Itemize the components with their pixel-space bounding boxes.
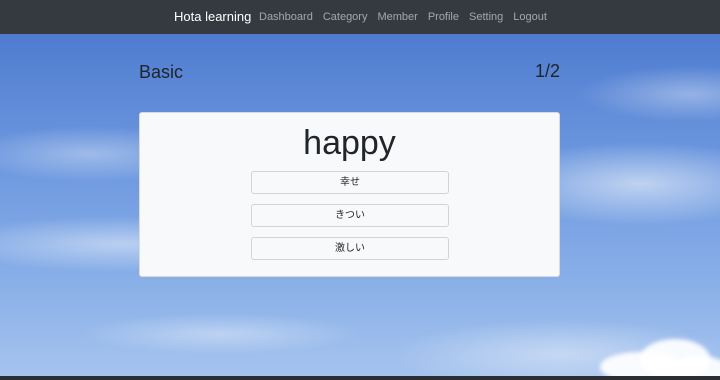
quiz-word: happy <box>303 124 396 162</box>
top-navbar: Hota learning Dashboard Category Member … <box>0 0 720 34</box>
answer-button-3[interactable]: 激しい <box>251 237 449 260</box>
brand-link[interactable]: Hota learning <box>174 9 251 25</box>
nav-links: Dashboard Category Member Profile Settin… <box>259 10 547 24</box>
lesson-title: Basic <box>139 62 184 82</box>
nav-link-member[interactable]: Member <box>377 10 417 24</box>
answer-button-2[interactable]: きつい <box>251 204 449 227</box>
nav-link-dashboard[interactable]: Dashboard <box>259 10 313 24</box>
question-progress: 1/2 <box>534 61 560 81</box>
nav-link-setting[interactable]: Setting <box>469 10 503 24</box>
nav-link-category[interactable]: Category <box>323 10 368 24</box>
nav-link-profile[interactable]: Profile <box>428 10 459 24</box>
answer-button-1[interactable]: 幸せ <box>251 171 449 194</box>
bottom-edge <box>0 376 720 380</box>
quiz-card: happy 幸せ きつい 激しい <box>139 112 560 277</box>
nav-link-logout[interactable]: Logout <box>513 10 547 24</box>
